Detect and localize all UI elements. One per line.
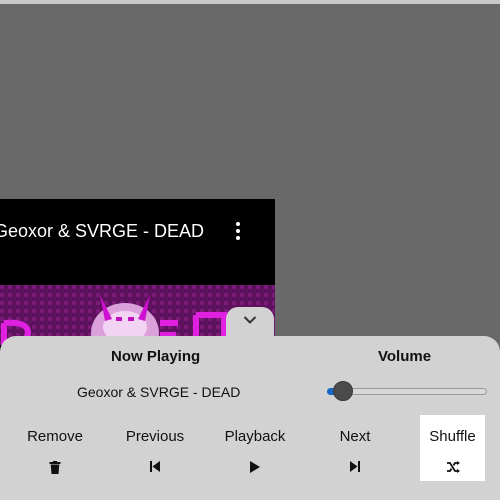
play-icon [250,461,260,473]
next-button[interactable]: Next [330,415,380,481]
next-label: Next [339,428,371,445]
volume-heading: Volume [378,348,432,365]
previous-button[interactable]: Previous [118,415,192,481]
video-title: Geoxor & SVRGE - DEAD [0,221,205,241]
skip-next-icon [350,461,360,472]
shuffle-button[interactable]: Shuffle [420,415,485,481]
shuffle-icon [446,461,460,473]
trash-icon [49,461,61,474]
remove-label: Remove [27,428,83,445]
now-playing-heading: Now Playing [111,348,201,365]
window-top-edge [0,0,500,4]
skip-previous-icon [150,461,160,472]
collapse-panel-button[interactable] [226,307,274,339]
previous-label: Previous [125,428,185,445]
chevron-down-icon [243,316,257,324]
more-vert-icon[interactable] [232,222,244,242]
shuffle-label: Shuffle [429,428,476,445]
playback-button[interactable]: Playback [216,415,294,481]
playback-label: Playback [224,428,286,445]
volume-slider[interactable] [327,381,487,401]
volume-slider-thumb[interactable] [333,381,353,401]
current-track-title: Geoxor & SVRGE - DEAD [77,384,241,400]
remove-button[interactable]: Remove [20,415,90,481]
